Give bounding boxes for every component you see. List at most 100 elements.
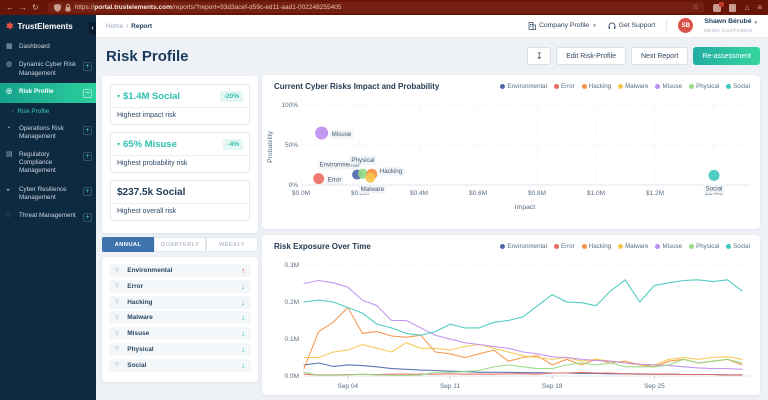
next-report-button[interactable]: Next Report bbox=[631, 47, 689, 65]
expand-toggle-icon[interactable]: − bbox=[83, 88, 92, 98]
legend-item-error[interactable]: Error bbox=[553, 243, 575, 250]
edit-risk-profile-button[interactable]: Edit Risk-Profile bbox=[556, 47, 626, 65]
filter-label: Malware bbox=[127, 314, 153, 322]
legend-item-social[interactable]: Social bbox=[726, 243, 750, 250]
back-icon[interactable]: ← bbox=[6, 3, 14, 12]
physical-dot-icon bbox=[689, 84, 695, 89]
legend-item-hacking[interactable]: Hacking bbox=[581, 243, 611, 250]
legend-item-physical[interactable]: Physical bbox=[689, 243, 719, 250]
svg-text:Social: Social bbox=[706, 185, 723, 192]
expand-toggle-icon[interactable]: + bbox=[83, 186, 92, 196]
tab-annual[interactable]: ANNUAL bbox=[102, 237, 154, 252]
filter-row-environmental[interactable]: ▽ Environmental ↑ bbox=[109, 264, 251, 277]
metric-caption: Highest impact risk bbox=[111, 107, 249, 124]
menu-icon[interactable]: ≡ bbox=[757, 3, 762, 12]
filter-label: Environmental bbox=[127, 267, 173, 274]
filter-row-physical[interactable]: ▽ Physical ↓ bbox=[109, 342, 251, 356]
metric-expand-caret[interactable]: ▾ bbox=[117, 93, 120, 100]
metric-card: $237.5k Social Highest overall risk bbox=[110, 180, 250, 221]
download-report-button[interactable]: ↧ bbox=[527, 47, 552, 65]
metric-change-badge: -4% bbox=[223, 139, 243, 150]
sidebar-item-risk-profile[interactable]: ◎ Risk Profile − bbox=[0, 82, 96, 103]
legend-item-environmental[interactable]: Environmental bbox=[500, 83, 547, 90]
trend-down-icon: ↓ bbox=[241, 281, 245, 291]
filter-row-misuse[interactable]: ▽ Misuse ↓ bbox=[109, 327, 251, 341]
line-chart-title: Risk Exposure Over Time bbox=[274, 242, 371, 251]
svg-text:Physical: Physical bbox=[351, 157, 374, 164]
filter-funnel-icon[interactable]: ▽ bbox=[115, 362, 119, 368]
tracking-shield-icon[interactable] bbox=[53, 3, 61, 12]
legend-item-malware[interactable]: Malware bbox=[618, 83, 648, 90]
scatter-point-malware bbox=[365, 172, 376, 183]
sidebar-subitem-label: Risk Profile bbox=[17, 107, 50, 115]
url-bar[interactable]: https://portal.trustelements.com/reports… bbox=[47, 2, 705, 13]
environmental-dot-icon bbox=[500, 244, 506, 249]
filter-funnel-icon[interactable]: ▽ bbox=[115, 346, 119, 352]
legend-item-hacking[interactable]: Hacking bbox=[581, 83, 611, 90]
sidebar-item-dynamic-cyber-risk-management[interactable]: ◍ Dynamic Cyber Risk Management + bbox=[0, 56, 96, 82]
user-role: DEMO CUSTOMER bbox=[704, 28, 753, 34]
tab-quarterly[interactable]: QUARTERLY bbox=[154, 237, 206, 252]
legend-item-social[interactable]: Social bbox=[726, 83, 750, 90]
legend-item-misuse[interactable]: Misuse bbox=[655, 243, 682, 250]
filter-funnel-icon[interactable]: ▽ bbox=[115, 299, 119, 305]
get-support-link[interactable]: Get Support bbox=[608, 22, 655, 30]
svg-text:0.3M: 0.3M bbox=[285, 262, 299, 269]
avatar[interactable]: SB bbox=[678, 18, 694, 34]
filter-row-hacking[interactable]: ▽ Hacking ↓ bbox=[109, 295, 251, 309]
page-actions: ↧ Edit Risk-Profile Next Report Re-asses… bbox=[527, 47, 760, 65]
legend-item-malware[interactable]: Malware bbox=[618, 243, 648, 250]
expand-toggle-icon[interactable]: + bbox=[83, 152, 92, 162]
legend-label: Error bbox=[560, 243, 575, 250]
legend-item-physical[interactable]: Physical bbox=[689, 83, 719, 90]
legend-item-misuse[interactable]: Misuse bbox=[655, 83, 682, 90]
sidebar-subitem-risk-profile[interactable]: ▪ Risk Profile bbox=[0, 103, 96, 120]
legend-label: Misuse bbox=[662, 83, 683, 90]
legend-item-environmental[interactable]: Environmental bbox=[500, 243, 547, 250]
metric-value: $1.4M Social bbox=[123, 91, 181, 102]
sidebar-item-label: Threat Management bbox=[19, 211, 76, 219]
tab-weekly[interactable]: WEEKLY bbox=[206, 237, 258, 252]
legend-label: Physical bbox=[696, 83, 720, 90]
expand-toggle-icon[interactable]: + bbox=[83, 212, 92, 222]
sidebar-item-regulatory-compliance-management[interactable]: ▤ Regulatory Compliance Management + bbox=[0, 146, 96, 181]
scatter-chart-title: Current Cyber Risks Impact and Probabili… bbox=[274, 82, 440, 91]
sidebar-collapse-button[interactable]: ‹ bbox=[89, 22, 96, 35]
expand-toggle-icon[interactable]: + bbox=[83, 62, 92, 72]
sidebar-item-cyber-resilience-management[interactable]: ◒ Cyber Resilience Management + bbox=[0, 181, 96, 207]
reload-icon[interactable]: ↻ bbox=[32, 3, 39, 12]
library-icon[interactable] bbox=[729, 3, 737, 12]
filter-row-malware[interactable]: ▽ Malware ↓ bbox=[109, 311, 251, 325]
sidebar-item-threat-management[interactable]: ◌ Threat Management + bbox=[0, 207, 96, 227]
malware-dot-icon bbox=[618, 244, 624, 249]
forward-icon[interactable]: → bbox=[19, 3, 27, 12]
filter-row-error[interactable]: ▽ Error ↓ bbox=[109, 279, 251, 293]
user-block[interactable]: Shawn Bérubé ▼ DEMO CUSTOMER bbox=[704, 18, 758, 34]
reassessment-button[interactable]: Re-assessment bbox=[693, 47, 760, 65]
company-profile-menu[interactable]: Company Profile ▼ bbox=[528, 22, 597, 30]
bookmark-star-icon[interactable]: ☆ bbox=[692, 4, 698, 11]
svg-text:$1.0M: $1.0M bbox=[587, 190, 605, 197]
filter-funnel-icon[interactable]: ▽ bbox=[115, 283, 119, 289]
sidebar-item-label: Dynamic Cyber Risk Management bbox=[19, 61, 77, 77]
metric-expand-caret[interactable]: ▾ bbox=[117, 141, 120, 148]
sidebar-item-label: Dashboard bbox=[19, 43, 50, 50]
extensions-icon[interactable] bbox=[713, 1, 725, 12]
home-icon[interactable]: ⌂ bbox=[744, 3, 749, 12]
filter-funnel-icon[interactable]: ▽ bbox=[115, 268, 119, 274]
line-plot: 0.0M 0.1M 0.2M 0.3M Sep 04 Sep 11 Sep 18 Sep 25 bbox=[285, 262, 750, 390]
line-chart-card: Risk Exposure Over Time Environmental Err… bbox=[262, 235, 760, 395]
social-dot-icon bbox=[726, 244, 732, 249]
expand-toggle-icon[interactable]: + bbox=[83, 125, 92, 135]
legend-label: Social bbox=[733, 243, 750, 250]
sidebar-item-operations-risk-management[interactable]: ◔ Operations Risk Management + bbox=[0, 120, 96, 146]
filter-row-social[interactable]: ▽ Social ↓ bbox=[109, 358, 251, 372]
browser-chrome: ← → ↻ https://portal.trustelements.com/r… bbox=[0, 0, 768, 15]
filter-funnel-icon[interactable]: ▽ bbox=[115, 315, 119, 321]
svg-text:Sep 18: Sep 18 bbox=[542, 383, 563, 390]
filter-funnel-icon[interactable]: ▽ bbox=[115, 331, 119, 337]
svg-text:$0.8M: $0.8M bbox=[528, 190, 546, 197]
sidebar-item-dashboard[interactable]: ▦ Dashboard bbox=[0, 38, 96, 56]
breadcrumb-home[interactable]: Home bbox=[106, 23, 123, 30]
legend-item-error[interactable]: Error bbox=[553, 83, 575, 90]
